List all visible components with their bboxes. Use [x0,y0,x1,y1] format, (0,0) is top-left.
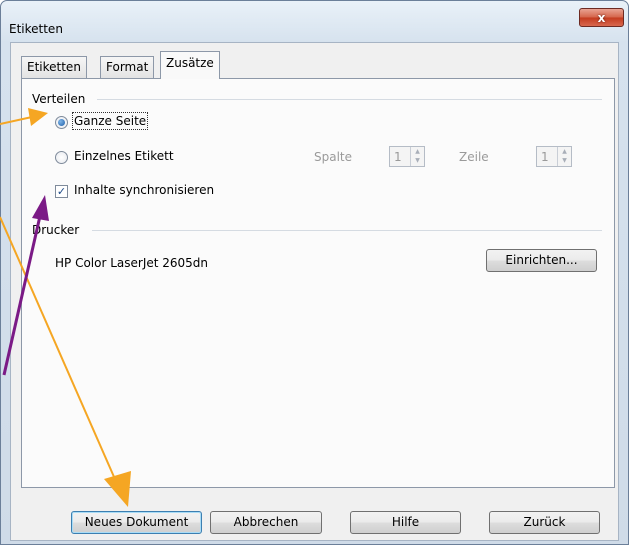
printer-name: HP Color LaserJet 2605dn [55,256,209,270]
radio-einzelnes-etikett[interactable] [55,151,68,164]
sync-checkbox-label[interactable]: Inhalte synchronisieren [74,183,214,197]
verteilen-group-header: Verteilen [32,92,86,106]
close-icon: x [597,10,606,25]
window-title: Etiketten [9,22,63,36]
drucker-group-header: Drucker [32,223,80,237]
neues-dokument-button[interactable]: Neues Dokument [71,511,202,534]
zurueck-button[interactable]: Zurück [489,511,600,534]
radio-einzelnes-etikett-label[interactable]: Einzelnes Etikett [74,149,174,163]
page: Etiketten x Etiketten Format Zusätze Ver… [0,0,635,545]
dialog-client-area: Etiketten Format Zusätze Verteilen Ganze… [10,42,619,541]
spin-down-icon[interactable]: ▼ [411,156,424,165]
sync-checkbox[interactable]: ✓ [55,185,68,198]
drucker-divider [92,230,602,231]
tab-panel-zusaetze: Verteilen Ganze Seite Einzelnes Etikett … [21,78,615,488]
radio-ganze-seite-label[interactable]: Ganze Seite [71,112,149,130]
spin-down-icon[interactable]: ▼ [558,156,571,165]
close-button[interactable]: x [579,8,624,27]
hilfe-button[interactable]: Hilfe [350,511,461,534]
abbrechen-button[interactable]: Abbrechen [210,511,322,534]
verteilen-divider [97,99,602,100]
dialog-window: Etiketten x Etiketten Format Zusätze Ver… [0,0,629,545]
spin-up-icon[interactable]: ▲ [411,147,424,156]
spalte-spinbox[interactable]: 1 ▲ ▼ [389,146,425,167]
tab-zusaetze[interactable]: Zusätze [160,51,220,79]
zeile-spin-arrows[interactable]: ▲ ▼ [557,147,571,166]
spalte-spin-arrows[interactable]: ▲ ▼ [410,147,424,166]
zeile-value: 1 [541,150,549,164]
tab-format[interactable]: Format [100,56,155,78]
radio-ganze-seite[interactable] [55,116,68,129]
einrichten-button[interactable]: Einrichten... [486,249,597,272]
zeile-spinbox[interactable]: 1 ▲ ▼ [536,146,572,167]
zeile-label: Zeile [459,150,489,164]
spalte-value: 1 [394,150,402,164]
spin-up-icon[interactable]: ▲ [558,147,571,156]
tab-etiketten[interactable]: Etiketten [21,56,87,78]
spalte-label: Spalte [314,150,353,164]
